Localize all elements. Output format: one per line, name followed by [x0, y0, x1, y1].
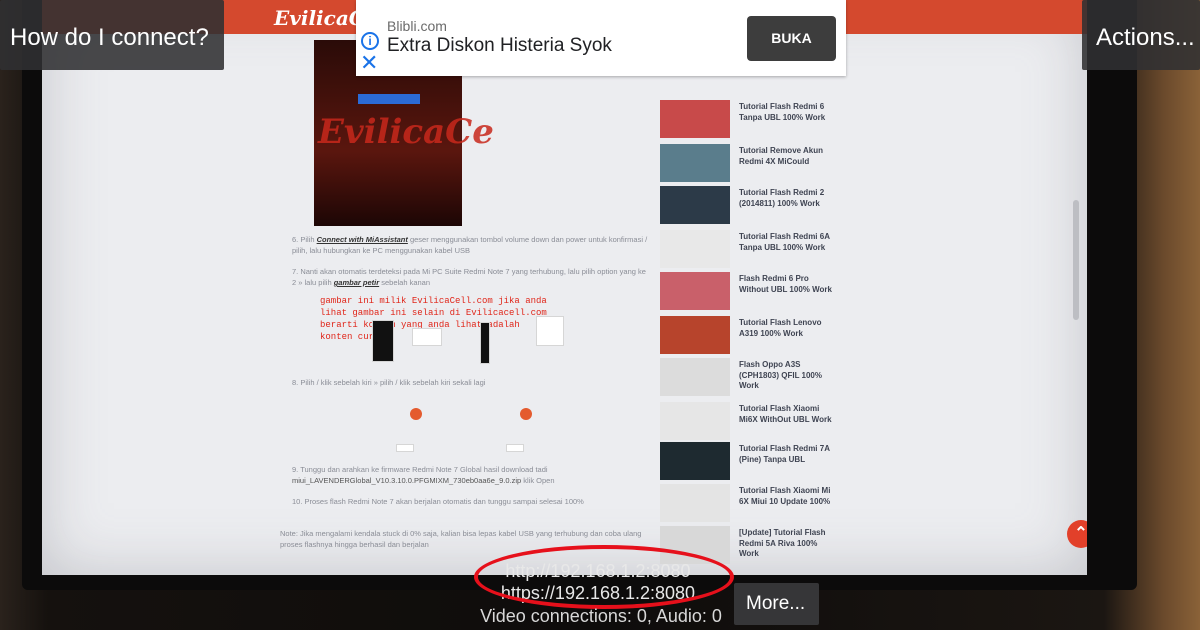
warning-icon [520, 408, 532, 420]
step-6-link: Connect with MiAssistant [316, 235, 408, 244]
post-title: Tutorial Flash Xiaomi Mi6X WithOut UBL W… [739, 404, 832, 424]
post-title: Flash Redmi 6 Pro Without UBL 100% Work [739, 274, 832, 294]
post-thumbnail [660, 442, 730, 480]
post-thumbnail [660, 272, 730, 310]
article-content: ЕvilicaCe 6. Pilih Connect with MiAssist… [280, 30, 692, 575]
post-thumbnail [660, 484, 730, 522]
post-thumbnail [660, 316, 730, 354]
post-title: Tutorial Flash Xiaomi Mi 6X Miui 10 Upda… [739, 486, 831, 506]
how-do-i-connect-button[interactable]: How do I connect? [0, 0, 224, 70]
phone-blue-button [358, 94, 420, 104]
post-thumbnail [660, 230, 730, 268]
warning-icon [410, 408, 422, 420]
post-title: Tutorial Flash Lenovo A319 100% Work [739, 318, 822, 338]
more-button[interactable]: More... [734, 583, 819, 625]
mini-bolt-image [536, 316, 564, 346]
step-6: 6. Pilih Connect with MiAssistant geser … [292, 235, 648, 255]
step-7-link: gambar petir [333, 278, 380, 287]
post-title: Tutorial Remove Akun Redmi 4X MiCould [739, 146, 824, 166]
post-thumbnail [660, 402, 730, 440]
ad-info-icon[interactable]: i [361, 32, 379, 50]
step-9: 9. Tunggu dan arahkan ke firmware Redmi … [292, 465, 555, 485]
sidebar-post-item[interactable]: Flash Redmi 6 Pro Without UBL 100% Work [660, 272, 836, 312]
post-title: Tutorial Flash Redmi 2 (2014811) 100% Wo… [739, 188, 825, 208]
sidebar-post-item[interactable]: Tutorial Flash Xiaomi Mi 6X Miui 10 Upda… [660, 484, 836, 524]
step-7: 7. Nanti akan otomatis terdeteksi pada M… [292, 267, 646, 287]
step-10: 10. Proses flash Redmi Note 7 akan berja… [292, 497, 584, 506]
sidebar-post-item[interactable]: Tutorial Flash Lenovo A319 100% Work [660, 316, 836, 356]
sidebar-post-item[interactable]: Tutorial Flash Redmi 7A (Pine) Tanpa UBL [660, 442, 836, 482]
actions-button[interactable]: Actions... [1082, 0, 1200, 70]
sidebar-post-item[interactable]: Tutorial Flash Redmi 6A Tanpa UBL 100% W… [660, 230, 836, 270]
tv-screen: EvilicaCell ЕvilicaCe 6. Pilih Connect w… [42, 0, 1087, 575]
post-thumbnail [660, 186, 730, 224]
connection-status: Video connections: 0, Audio: 0 [480, 606, 722, 626]
post-title: Tutorial Flash Redmi 6 Tanpa UBL 100% Wo… [739, 102, 826, 122]
url-highlight-circle [474, 545, 734, 609]
ad-close-icon[interactable]: ✕ [360, 52, 378, 74]
sidebar-post-item[interactable]: Tutorial Remove Akun Redmi 4X MiCould [660, 144, 836, 184]
firmware-filename: miui_LAVENDERGlobal_V10.3.10.0.PFGMIXM_7… [292, 476, 522, 485]
post-title: Flash Oppo A3S (CPH1803) QFIL 100% Work [739, 360, 822, 390]
step-8: 8. Pilih / klik sebelah kiri » pilih / k… [292, 378, 486, 387]
ad-banner[interactable]: i ✕ Blibli.com Extra Diskon Histeria Syo… [356, 0, 846, 76]
post-thumbnail [660, 100, 730, 138]
sidebar-post-item[interactable]: Tutorial Flash Redmi 6 Tanpa UBL 100% Wo… [660, 100, 836, 140]
post-title: Tutorial Flash Redmi 6A Tanpa UBL 100% W… [739, 232, 830, 252]
ad-title[interactable]: Extra Diskon Histeria Syok [387, 35, 612, 57]
mini-button-image [506, 444, 524, 452]
mini-dialog-image [412, 328, 442, 346]
sidebar-post-item[interactable]: Tutorial Flash Xiaomi Mi6X WithOut UBL W… [660, 402, 836, 442]
sidebar-post-item[interactable]: Flash Oppo A3S (CPH1803) QFIL 100% Work [660, 358, 836, 398]
camera-photo: EvilicaCell ЕvilicaCe 6. Pilih Connect w… [0, 0, 1200, 630]
post-title: [Update] Tutorial Flash Redmi 5A Riva 10… [739, 528, 826, 558]
ad-open-button[interactable]: BUKA [747, 16, 836, 61]
scroll-to-top-icon: ⌃ [1067, 520, 1087, 548]
ad-source: Blibli.com [387, 18, 447, 34]
post-thumbnail [660, 144, 730, 182]
post-title: Tutorial Flash Redmi 7A (Pine) Tanpa UBL [739, 444, 830, 464]
post-thumbnail [660, 358, 730, 396]
mini-phone-image [372, 320, 394, 362]
page-scrollbar [1073, 200, 1079, 320]
sidebar-post-item[interactable]: Tutorial Flash Redmi 2 (2014811) 100% Wo… [660, 186, 836, 226]
mini-button-image [396, 444, 414, 452]
mini-l-shape-image [480, 322, 490, 364]
phone-watermark: ЕvilicaCe [318, 112, 494, 152]
